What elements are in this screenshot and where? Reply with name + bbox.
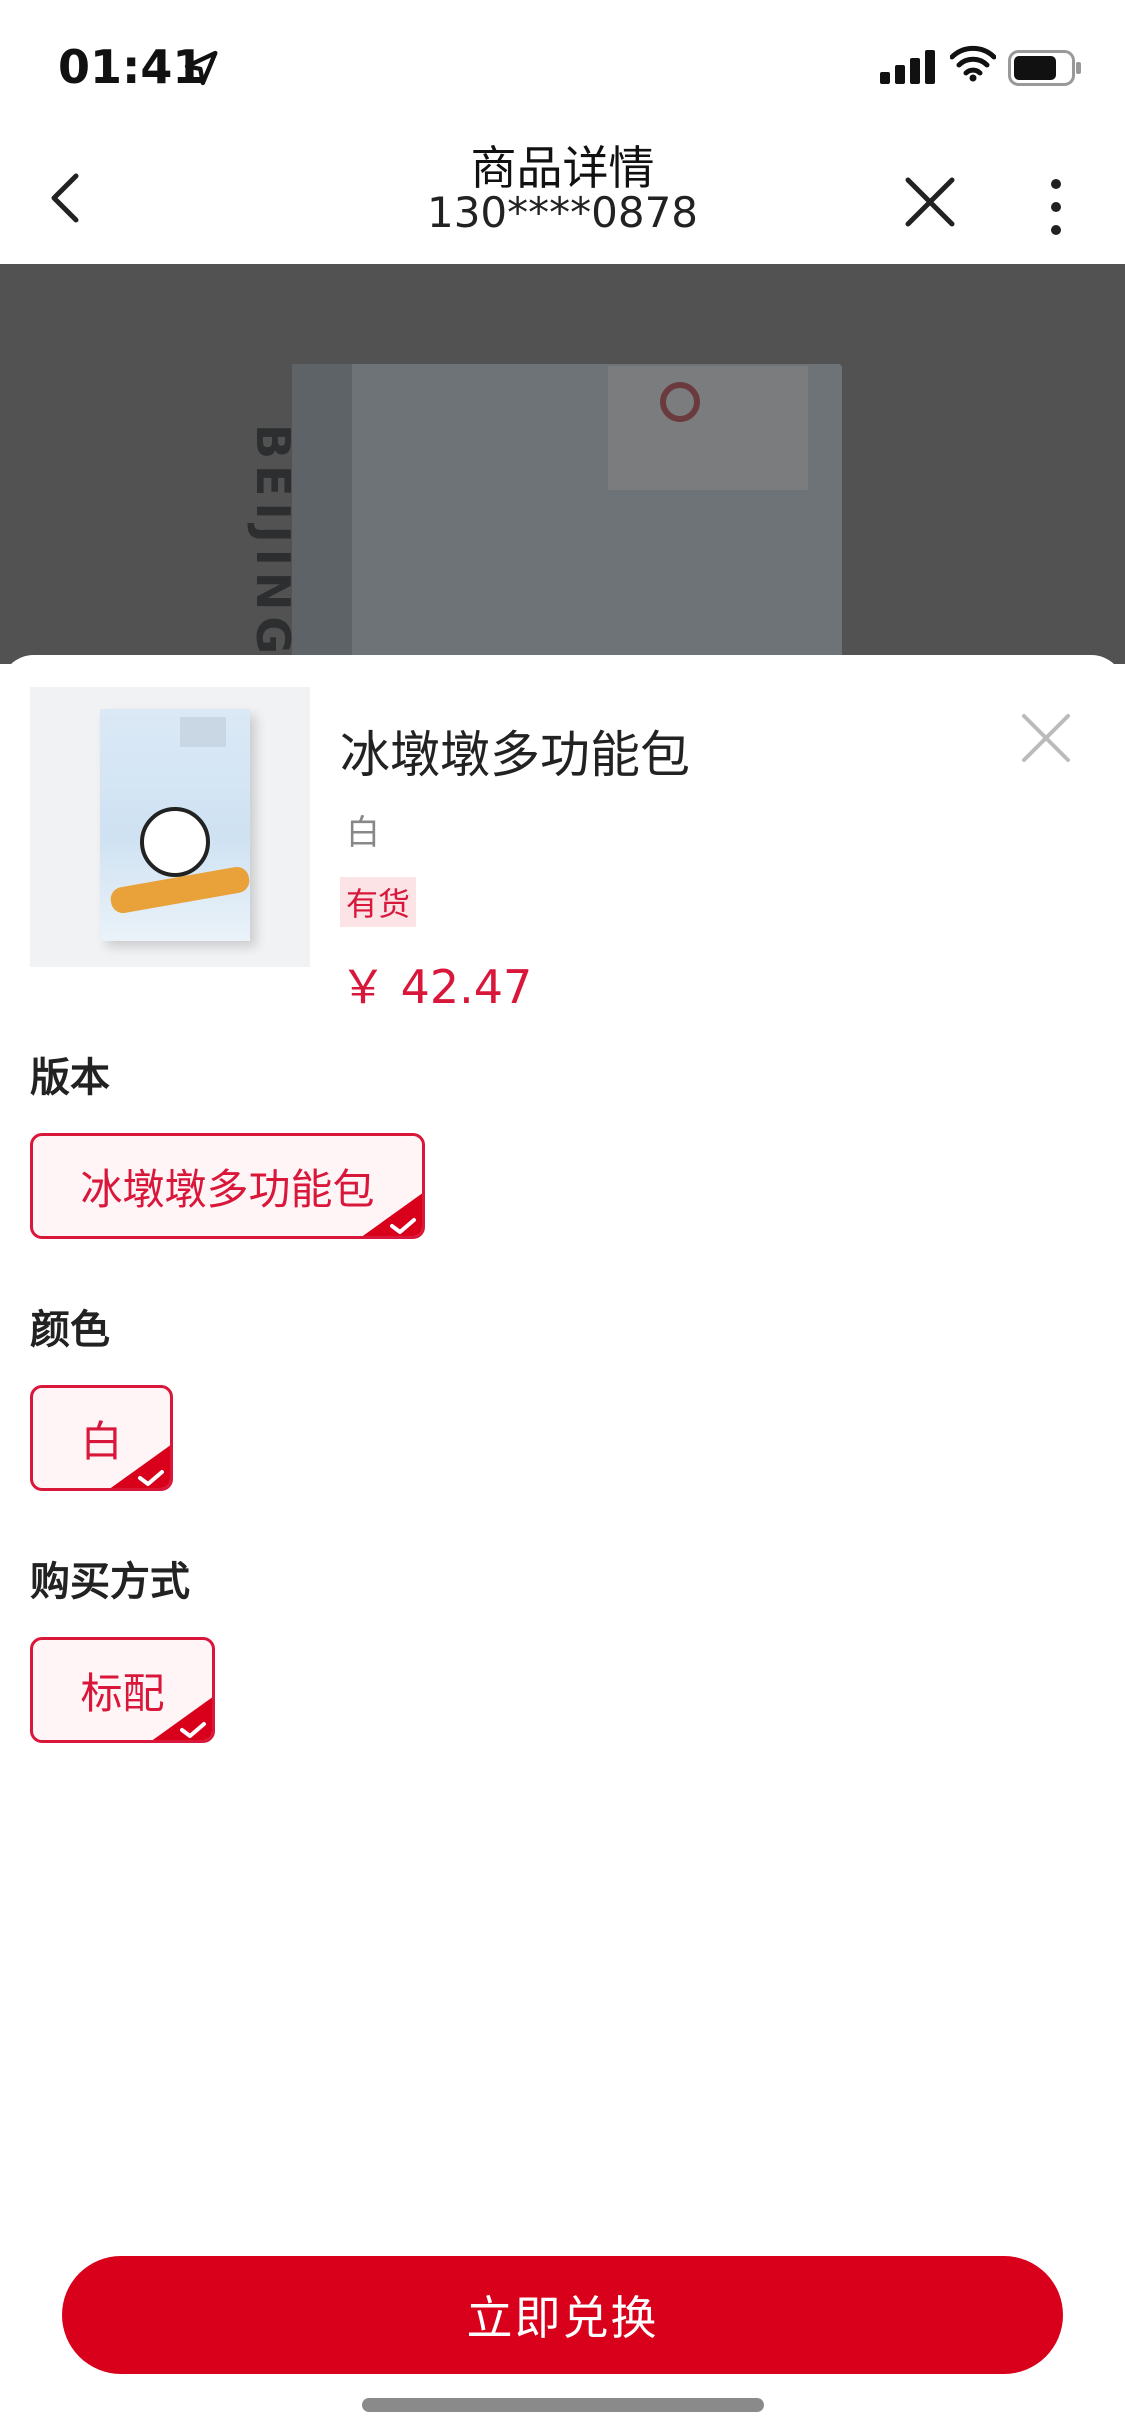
sheet-close-icon[interactable]	[1018, 710, 1074, 766]
selected-variant: 白	[346, 813, 380, 853]
wifi-icon	[950, 45, 996, 82]
stock-badge: 有货	[340, 877, 417, 927]
selected-check-icon	[110, 1445, 170, 1488]
hero-box-side-text: BEIJING 20	[246, 424, 300, 664]
location-arrow-icon	[184, 50, 218, 86]
option-chip-purchase-method[interactable]: 标配	[30, 1637, 215, 1743]
option-chip-version[interactable]: 冰墩墩多功能包	[30, 1133, 425, 1239]
redeem-now-button[interactable]: 立即兑换	[62, 2256, 1063, 2374]
sku-selector-sheet: 冰墩墩多功能包 白 有货 ￥ 42.47 版本 冰墩墩多功能包 颜色 白 购买方…	[0, 655, 1125, 2436]
option-label-color: 颜色	[30, 1307, 110, 1353]
home-indicator	[362, 2398, 764, 2412]
unicom-logo-icon	[660, 382, 700, 422]
product-thumbnail	[30, 687, 310, 967]
product-name: 冰墩墩多功能包	[340, 726, 690, 784]
more-vertical-icon[interactable]	[1036, 172, 1076, 242]
option-label-version: 版本	[30, 1055, 110, 1101]
option-chip-version-label: 冰墩墩多功能包	[80, 1164, 375, 1214]
selected-check-icon	[152, 1697, 212, 1740]
option-label-purchase-method: 购买方式	[30, 1559, 190, 1605]
battery-icon	[1008, 50, 1081, 86]
nav-bar: 商品详情 130****0878	[0, 132, 1125, 264]
option-chip-color[interactable]: 白	[30, 1385, 173, 1491]
thumbnail-mascot	[140, 807, 210, 877]
hero-product-box-side	[292, 364, 352, 664]
product-price: ￥ 42.47	[340, 960, 533, 1014]
selected-check-icon	[362, 1193, 422, 1236]
thumbnail-logo	[180, 717, 226, 747]
product-hero-image: BEIJING 20	[0, 264, 1125, 664]
signal-bars-icon	[880, 50, 935, 84]
status-bar: 01:41	[0, 0, 1125, 132]
hero-box-logo-label	[608, 366, 808, 490]
close-icon[interactable]	[900, 172, 960, 232]
